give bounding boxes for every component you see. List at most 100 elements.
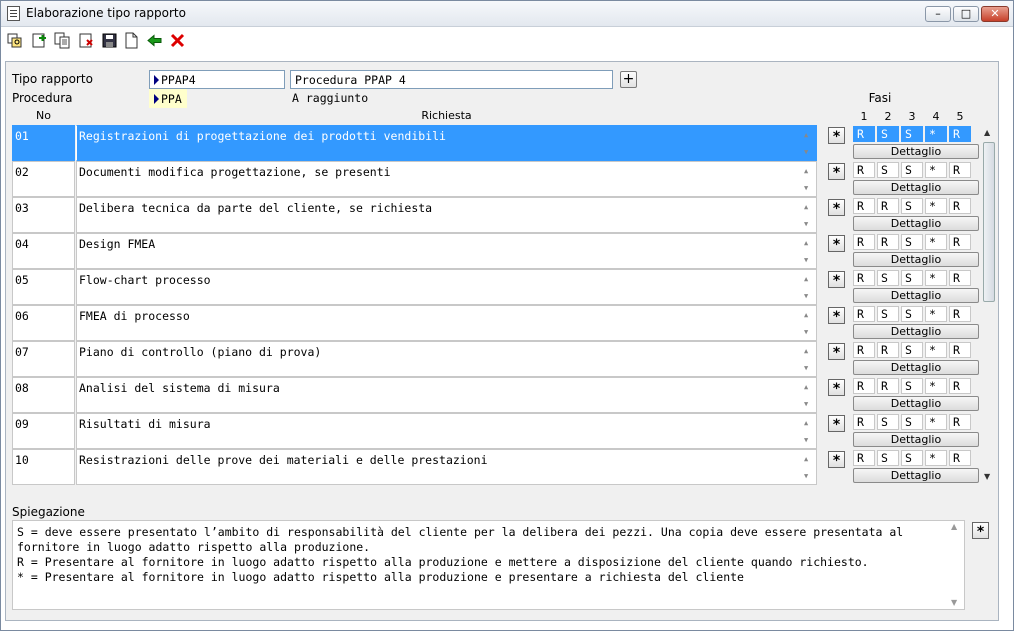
request-text[interactable]: Piano di controllo (piano di prova) ▲ ▼ xyxy=(76,341,817,377)
new-record-icon[interactable] xyxy=(31,32,48,49)
row-star-button[interactable]: * xyxy=(828,235,845,253)
phase-cell-3[interactable]: S xyxy=(901,270,923,286)
detail-button[interactable]: Dettaglio xyxy=(853,360,979,375)
row-number[interactable]: 01 xyxy=(12,125,75,161)
phase-cell-4[interactable]: * xyxy=(925,270,947,286)
cancel-icon[interactable] xyxy=(169,32,186,49)
title-bar[interactable]: Elaborazione tipo rapporto – □ ✕ xyxy=(1,1,1013,27)
detail-button[interactable]: Dettaglio xyxy=(853,396,979,411)
phase-cell-1[interactable]: R xyxy=(853,198,875,214)
search-records-icon[interactable] xyxy=(7,32,24,49)
detail-button[interactable]: Dettaglio xyxy=(853,468,979,483)
request-text[interactable]: Documenti modifica progettazione, se pre… xyxy=(76,161,817,197)
phase-cell-3[interactable]: S xyxy=(901,414,923,430)
phase-cell-2[interactable]: R xyxy=(877,198,899,214)
row-number[interactable]: 08 xyxy=(12,377,75,413)
minimize-button[interactable]: – xyxy=(925,6,951,22)
phase-cell-2[interactable]: S xyxy=(877,162,899,178)
phase-cell-4[interactable]: * xyxy=(925,126,947,142)
phase-cell-1[interactable]: R xyxy=(853,270,875,286)
table-row[interactable]: 10 Resistrazioni delle prove dei material… xyxy=(12,449,817,485)
phase-cell-4[interactable]: * xyxy=(925,342,947,358)
table-row[interactable]: 06 FMEA di processo ▲ ▼ xyxy=(12,305,817,341)
phase-cell-2[interactable]: S xyxy=(877,414,899,430)
report-description-field[interactable]: Procedura PPAP 4 xyxy=(290,70,613,89)
request-text[interactable]: Analisi del sistema di misura ▲ ▼ xyxy=(76,377,817,413)
procedure-field[interactable]: PPA xyxy=(149,89,187,108)
table-row[interactable]: 03 Delibera tecnica da parte del cliente,… xyxy=(12,197,817,233)
row-scrollbar[interactable]: ▲ ▼ xyxy=(802,343,814,375)
request-text[interactable]: Flow-chart processo ▲ ▼ xyxy=(76,269,817,305)
row-number[interactable]: 04 xyxy=(12,233,75,269)
row-number[interactable]: 02 xyxy=(12,161,75,197)
row-star-button[interactable]: * xyxy=(828,199,845,217)
phase-cell-3[interactable]: S xyxy=(901,306,923,322)
row-scrollbar[interactable]: ▲ ▼ xyxy=(802,271,814,303)
table-row[interactable]: 02 Documenti modifica progettazione, se p… xyxy=(12,161,817,197)
phase-cell-1[interactable]: R xyxy=(853,342,875,358)
phase-cell-5[interactable]: R xyxy=(949,306,971,322)
table-row[interactable]: 07 Piano di controllo (piano di prova) ▲ ▼ xyxy=(12,341,817,377)
phase-cell-5[interactable]: R xyxy=(949,342,971,358)
phase-cell-1[interactable]: R xyxy=(853,162,875,178)
copy-record-icon[interactable] xyxy=(54,32,71,49)
phase-cell-2[interactable]: S xyxy=(877,126,899,142)
phase-cell-2[interactable]: S xyxy=(877,306,899,322)
phase-cell-1[interactable]: R xyxy=(853,378,875,394)
request-text[interactable]: FMEA di processo ▲ ▼ xyxy=(76,305,817,341)
explanation-star-button[interactable]: * xyxy=(972,522,989,540)
row-star-button[interactable]: * xyxy=(828,343,845,361)
phase-cell-5[interactable]: R xyxy=(949,126,971,142)
detail-button[interactable]: Dettaglio xyxy=(853,144,979,159)
row-number[interactable]: 05 xyxy=(12,269,75,305)
blank-document-icon[interactable] xyxy=(123,32,140,49)
request-text[interactable]: Resistrazioni delle prove dei materiali … xyxy=(76,449,817,485)
phase-cell-5[interactable]: R xyxy=(949,162,971,178)
phase-cell-5[interactable]: R xyxy=(949,450,971,466)
detail-button[interactable]: Dettaglio xyxy=(853,216,979,231)
detail-button[interactable]: Dettaglio xyxy=(853,180,979,195)
phase-cell-4[interactable]: * xyxy=(925,162,947,178)
phase-cell-1[interactable]: R xyxy=(853,234,875,250)
phase-cell-5[interactable]: R xyxy=(949,270,971,286)
row-star-button[interactable]: * xyxy=(828,163,845,181)
row-number[interactable]: 10 xyxy=(12,449,75,485)
phase-cell-5[interactable]: R xyxy=(949,234,971,250)
row-star-button[interactable]: * xyxy=(828,127,845,145)
row-number[interactable]: 07 xyxy=(12,341,75,377)
phase-cell-2[interactable]: R xyxy=(877,342,899,358)
row-scrollbar[interactable]: ▲ ▼ xyxy=(802,235,814,267)
phase-cell-3[interactable]: S xyxy=(901,342,923,358)
phase-cell-2[interactable]: S xyxy=(877,270,899,286)
phase-cell-2[interactable]: R xyxy=(877,234,899,250)
table-row[interactable]: 04 Design FMEA ▲ ▼ xyxy=(12,233,817,269)
phase-cell-5[interactable]: R xyxy=(949,378,971,394)
close-button[interactable]: ✕ xyxy=(981,6,1009,22)
request-text[interactable]: Design FMEA ▲ ▼ xyxy=(76,233,817,269)
row-scrollbar[interactable]: ▲ ▼ xyxy=(802,415,814,447)
table-row[interactable]: 09 Risultati di misura ▲ ▼ xyxy=(12,413,817,449)
row-scrollbar[interactable]: ▲ ▼ xyxy=(802,163,814,195)
phase-cell-3[interactable]: S xyxy=(901,378,923,394)
detail-button[interactable]: Dettaglio xyxy=(853,432,979,447)
phase-cell-5[interactable]: R xyxy=(949,198,971,214)
row-scrollbar[interactable]: ▲ ▼ xyxy=(802,199,814,231)
phase-cell-2[interactable]: S xyxy=(877,450,899,466)
explanation-scrollbar[interactable]: ▲ ▼ xyxy=(949,522,963,608)
detail-button[interactable]: Dettaglio xyxy=(853,324,979,339)
request-text[interactable]: Registrazioni di progettazione dei prodo… xyxy=(76,125,817,161)
row-number[interactable]: 03 xyxy=(12,197,75,233)
save-icon[interactable] xyxy=(101,32,118,49)
phase-cell-3[interactable]: S xyxy=(901,234,923,250)
row-star-button[interactable]: * xyxy=(828,307,845,325)
phase-cell-3[interactable]: S xyxy=(901,126,923,142)
phase-cell-3[interactable]: S xyxy=(901,198,923,214)
phase-cell-1[interactable]: R xyxy=(853,306,875,322)
row-scrollbar[interactable]: ▲ ▼ xyxy=(802,451,814,483)
phase-cell-1[interactable]: R xyxy=(853,450,875,466)
scroll-down-icon[interactable]: ▼ xyxy=(984,472,990,481)
phase-cell-1[interactable]: R xyxy=(853,126,875,142)
row-scrollbar[interactable]: ▲ ▼ xyxy=(802,307,814,339)
row-star-button[interactable]: * xyxy=(828,415,845,433)
grid-scrollbar[interactable]: ▲ ▼ xyxy=(982,126,996,484)
